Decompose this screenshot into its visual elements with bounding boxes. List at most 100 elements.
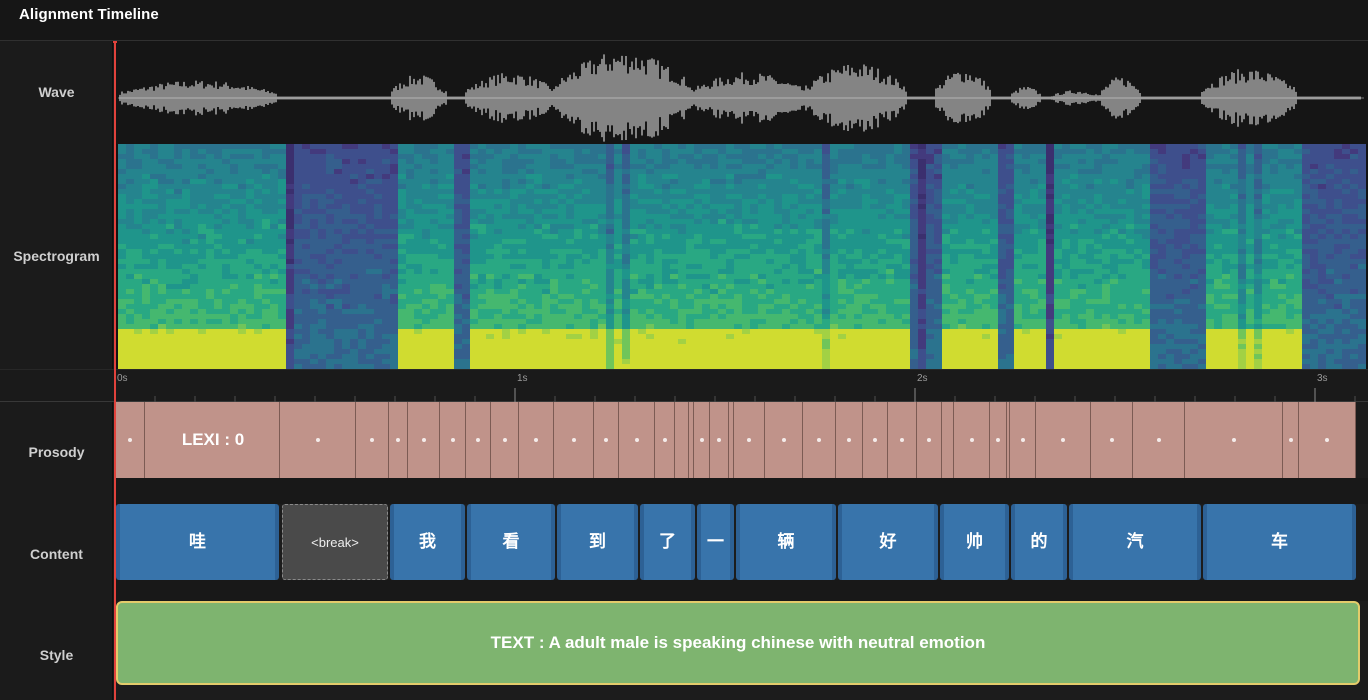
prosody-segment[interactable] — [116, 402, 145, 478]
panel-title: Alignment Timeline — [19, 6, 159, 23]
segment-dot-icon — [370, 438, 374, 442]
content-token[interactable]: 到 — [557, 504, 638, 580]
segment-dot-icon — [969, 438, 974, 442]
prosody-segment[interactable] — [491, 402, 519, 478]
prosody-segment[interactable] — [888, 402, 917, 478]
prosody-segment[interactable] — [836, 402, 863, 478]
track-spacer — [116, 580, 1368, 601]
prosody-segment[interactable] — [734, 402, 765, 478]
prosody-segment[interactable] — [1133, 402, 1185, 478]
prosody-segment[interactable] — [694, 402, 710, 478]
prosody-segment[interactable] — [710, 402, 729, 478]
segment-dot-icon — [1231, 438, 1236, 442]
prosody-segment[interactable] — [1036, 402, 1091, 478]
content-token[interactable]: 看 — [467, 504, 555, 580]
content-track[interactable]: 哇 <break> 我 看 到 了 一 辆 好 帅 的 汽 车 — [116, 504, 1368, 580]
segment-dot-icon — [699, 438, 704, 442]
waveform-track[interactable] — [116, 41, 1368, 144]
segment-dot-icon — [450, 438, 455, 442]
prosody-segment[interactable] — [803, 402, 836, 478]
prosody-segment[interactable] — [145, 402, 280, 478]
wave-track-label: Wave — [38, 84, 75, 100]
prosody-segment[interactable] — [280, 402, 356, 478]
segment-dot-icon — [1020, 438, 1025, 442]
content-token[interactable]: 哇 — [116, 504, 279, 580]
segment-dot-icon — [781, 438, 786, 442]
spectrogram-image — [118, 144, 1366, 369]
style-track-label: Style — [39, 647, 74, 663]
segment-dot-icon — [717, 438, 721, 442]
prosody-segment[interactable] — [765, 402, 803, 478]
prosody-segment[interactable] — [356, 402, 389, 478]
segment-dot-icon — [315, 438, 320, 442]
content-token[interactable]: 我 — [390, 504, 465, 580]
content-token[interactable]: 帅 — [940, 504, 1009, 580]
playhead-handle-icon[interactable] — [113, 41, 117, 43]
prosody-segment[interactable] — [990, 402, 1007, 478]
segment-dot-icon — [128, 438, 132, 442]
prosody-segment[interactable] — [954, 402, 990, 478]
segment-dot-icon — [817, 438, 821, 442]
ruler-label-1s: 1s — [517, 373, 528, 384]
title-bar: Alignment Timeline — [0, 0, 1368, 41]
segment-dot-icon — [996, 438, 1000, 442]
content-token[interactable]: 车 — [1203, 504, 1356, 580]
prosody-segment[interactable] — [554, 402, 594, 478]
segment-dot-icon — [662, 438, 667, 442]
ruler-label-2s: 2s — [917, 373, 928, 384]
prosody-segment[interactable] — [519, 402, 554, 478]
ruler-ticks — [114, 388, 1356, 403]
prosody-segment[interactable] — [942, 402, 954, 478]
segment-dot-icon — [534, 438, 538, 442]
prosody-segment[interactable] — [1283, 402, 1299, 478]
ruler-label-3s: 3s — [1317, 373, 1328, 384]
segment-dot-icon — [1325, 438, 1329, 442]
segment-dot-icon — [873, 438, 877, 442]
segment-dot-icon — [634, 438, 639, 442]
segment-dot-icon — [847, 438, 851, 442]
prosody-segment[interactable] — [655, 402, 675, 478]
prosody-segment[interactable] — [1010, 402, 1036, 478]
track-spacer — [116, 478, 1368, 504]
time-ruler[interactable] — [0, 369, 1368, 403]
waveform — [118, 54, 1364, 142]
segment-dot-icon — [571, 438, 576, 442]
content-token[interactable]: 一 — [697, 504, 734, 580]
segment-dot-icon — [604, 438, 608, 442]
prosody-segment[interactable] — [675, 402, 689, 478]
segment-dot-icon — [502, 438, 507, 442]
content-token[interactable]: 汽 — [1069, 504, 1201, 580]
content-token[interactable]: 辆 — [736, 504, 836, 580]
prosody-segment[interactable] — [466, 402, 491, 478]
prosody-segment[interactable] — [619, 402, 655, 478]
segment-dot-icon — [476, 438, 480, 442]
playhead-marker[interactable] — [114, 41, 116, 700]
prosody-segment[interactable] — [1299, 402, 1356, 478]
segment-dot-icon — [927, 438, 931, 442]
segment-dot-icon — [900, 438, 904, 442]
prosody-segment[interactable] — [440, 402, 466, 478]
prosody-segment[interactable] — [408, 402, 440, 478]
segment-dot-icon — [421, 438, 426, 442]
spectrogram-track[interactable] — [116, 144, 1368, 369]
prosody-segment[interactable] — [863, 402, 888, 478]
segment-dot-icon — [396, 438, 400, 442]
segment-dot-icon — [1061, 438, 1065, 442]
prosody-segment[interactable] — [594, 402, 619, 478]
prosody-track[interactable] — [116, 402, 1368, 478]
prosody-segment[interactable] — [917, 402, 942, 478]
segment-dot-icon — [1109, 438, 1114, 442]
segment-dot-icon — [747, 438, 751, 442]
content-token[interactable]: 的 — [1011, 504, 1067, 580]
content-token[interactable]: 好 — [838, 504, 938, 580]
prosody-segment[interactable] — [1185, 402, 1283, 478]
content-break-token[interactable]: <break> — [282, 504, 388, 580]
style-text-block[interactable]: TEXT : A adult male is speaking chinese … — [116, 601, 1360, 685]
prosody-segment[interactable] — [1091, 402, 1133, 478]
content-token[interactable]: 了 — [640, 504, 695, 580]
segment-dot-icon — [1156, 438, 1161, 442]
prosody-track-label: Prosody — [28, 444, 85, 460]
spectrogram-track-label: Spectrogram — [13, 248, 100, 264]
segment-dot-icon — [1288, 438, 1293, 442]
prosody-segment[interactable] — [389, 402, 408, 478]
